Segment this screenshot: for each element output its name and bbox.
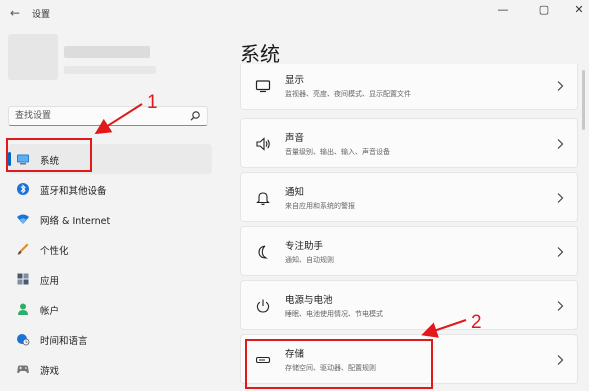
card-desc: 通知、自动规则 [285,256,334,264]
sidebar-item-apps[interactable]: 应用 [8,264,212,294]
sidebar-item-bluetooth[interactable]: 蓝牙和其他设备 [8,174,212,204]
annotation-box-storage [245,339,433,389]
sidebar-item-gaming[interactable]: 游戏 [8,354,212,384]
avatar[interactable] [8,34,58,80]
search-box[interactable] [8,106,208,126]
profile-email-blurred [64,66,156,74]
annotation-box-system [6,138,92,172]
card-desc: 音量级别、输出、输入、声音设备 [285,148,390,156]
card-title: 电源与电池 [285,295,333,306]
card-title: 显示 [285,75,305,86]
back-arrow-icon[interactable]: ← [8,6,22,20]
annotation-number-2: 2 [471,312,482,333]
card-title: 专注助手 [285,241,324,252]
chevron-right-icon [557,193,564,203]
bell-icon [256,192,270,206]
card-sound[interactable]: 声音 音量级别、输出、输入、声音设备 [240,118,578,168]
sidebar-item-label: 时间和语言 [40,336,88,347]
sidebar-item-network[interactable]: 网络 & Internet [8,204,212,234]
bluetooth-icon [17,183,29,195]
app-title: 设置 [32,10,51,20]
sidebar-item-accounts[interactable]: 帐户 [8,294,212,324]
card-desc: 睡眠、电池使用情况、节电模式 [285,310,383,318]
brush-icon [17,243,29,255]
search-icon[interactable] [189,110,201,122]
gamepad-icon [17,365,29,374]
wifi-icon [17,214,29,224]
minimize-button[interactable]: — [486,0,520,20]
sidebar-item-label: 应用 [40,276,60,287]
card-display[interactable]: 显示 监视器、亮度、夜间模式、显示配置文件 [240,64,578,110]
maximize-button[interactable]: ▢ [527,0,561,20]
sidebar-item-personalization[interactable]: 个性化 [8,234,212,264]
scrollbar[interactable] [582,70,585,130]
chevron-right-icon [557,81,564,91]
annotation-number-1: 1 [147,92,158,113]
profile-name-blurred [64,46,150,58]
sidebar-nav: 系统 蓝牙和其他设备 网络 & Internet 个性化 应用 帐户 时间和语言… [8,144,212,384]
chevron-right-icon [557,247,564,257]
title-bar: ← 设置 — ▢ ✕ [0,0,589,28]
chevron-right-icon [557,301,564,311]
power-icon [256,299,270,313]
sidebar-item-label: 蓝牙和其他设备 [40,186,107,197]
apps-icon [17,273,29,285]
card-focus-assist[interactable]: 专注助手 通知、自动规则 [240,226,578,276]
chevron-right-icon [557,355,564,365]
person-icon [18,303,28,315]
speaker-icon [256,137,270,151]
card-desc: 监视器、亮度、夜间模式、显示配置文件 [285,90,411,98]
close-button[interactable]: ✕ [562,0,589,20]
card-power-battery[interactable]: 电源与电池 睡眠、电池使用情况、节电模式 [240,280,578,330]
moon-icon [258,245,269,259]
sidebar-item-label: 网络 & Internet [40,216,111,227]
sidebar-item-label: 游戏 [40,366,60,377]
chevron-right-icon [557,139,564,149]
display-icon [255,80,271,93]
sidebar-item-time-language[interactable]: 时间和语言 [8,324,212,354]
sidebar-item-label: 个性化 [40,246,69,257]
globe-clock-icon [17,334,30,346]
card-title: 通知 [285,187,305,198]
card-title: 声音 [285,133,305,144]
settings-window: ← 设置 — ▢ ✕ 系统 蓝 [0,0,589,391]
card-notifications[interactable]: 通知 来自应用和系统的警报 [240,172,578,222]
search-input[interactable] [15,109,185,123]
card-desc: 来自应用和系统的警报 [285,202,355,210]
sidebar-item-label: 帐户 [40,306,60,317]
page-title: 系统 [240,42,280,66]
